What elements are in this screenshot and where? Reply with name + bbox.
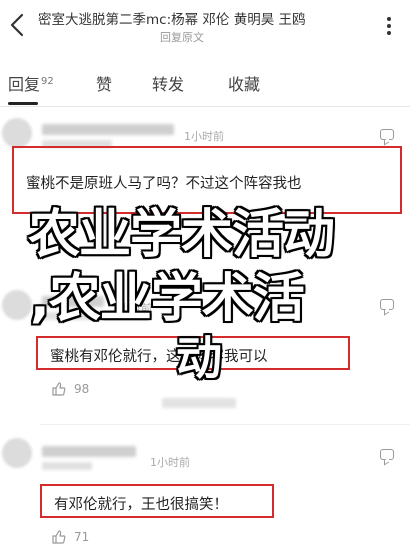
reply-icon[interactable] [380,448,398,464]
back-arrow-icon[interactable] [6,12,28,38]
comment-text: 蜜桃不是原班人马了吗？不过这个阵容我也 [26,176,302,192]
like-count: 98 [74,382,90,396]
comment-text-box: 有邓伦就行，王也很搞笑！ [40,484,274,518]
divider [40,424,410,425]
comment-text: 有邓伦就行，王也很搞笑！ [54,497,228,513]
tab-replies-label: 回复 [8,75,41,94]
user-meta-blurred [42,462,92,470]
tab-replies-count: 92 [41,75,54,87]
like-count: 71 [74,530,90,544]
reply-icon[interactable] [380,128,398,144]
top-bar: 密室大逃脱第二季mc:杨幂 邓伦 黄明昊 王鸥 回复原文 [0,0,410,52]
active-tab-indicator [8,102,38,105]
comment-time: 1小时前 [184,130,224,143]
avatar[interactable] [2,438,32,468]
comment-text: 蜜桃有邓伦就行，这个阵容我可以 [50,349,268,365]
username-blurred [42,124,174,135]
username-blurred [42,446,136,457]
reply-icon[interactable] [380,298,398,314]
overlay-text-line-3: 动 [176,331,222,385]
blurred-link [162,398,236,408]
thumbs-up-icon [52,382,66,396]
comment-time: 1小时前 [150,456,190,469]
more-options-icon[interactable] [378,16,400,36]
avatar[interactable] [2,118,32,148]
avatar[interactable] [2,290,32,320]
tab-favorites[interactable]: 收藏 [228,71,260,95]
tab-replies[interactable]: 回复92 [8,71,54,95]
like-button[interactable]: 98 [52,382,112,398]
thumbs-up-icon [52,530,66,544]
like-button[interactable]: 71 [52,530,112,546]
tab-bar: 回复92 赞 转发 收藏 [0,62,410,107]
post-title: 密室大逃脱第二季mc:杨幂 邓伦 黄明昊 王鸥 [38,12,306,28]
tab-reposts[interactable]: 转发 [152,71,184,95]
tab-likes[interactable]: 赞 [96,71,112,95]
overlay-text-line-2: ,农业学术活 [30,269,305,329]
view-original-link[interactable]: 回复原文 [160,29,204,45]
